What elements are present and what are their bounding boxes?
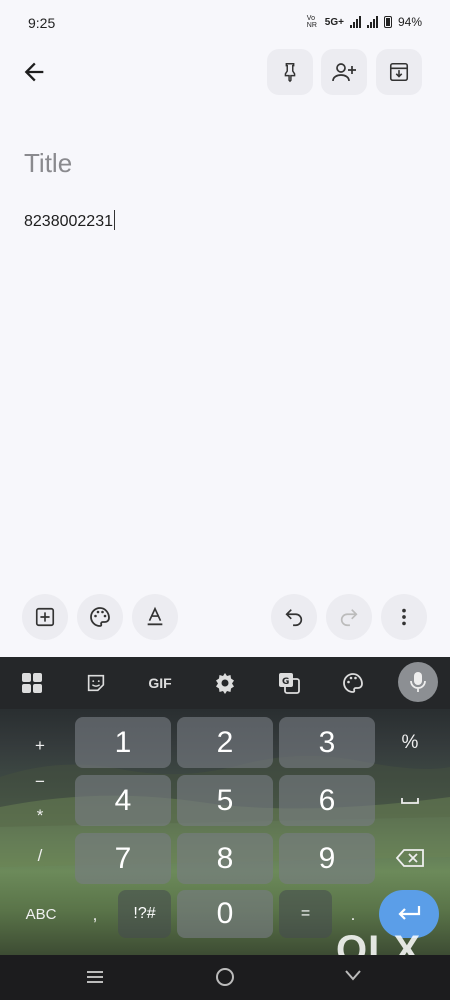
redo-button[interactable] — [326, 594, 372, 640]
svg-text:G: G — [282, 677, 289, 687]
pin-icon — [284, 63, 296, 83]
network-tag: Vo NR — [306, 15, 317, 29]
key-period[interactable]: . — [340, 902, 366, 928]
note-body-text: 8238002231 — [24, 213, 113, 230]
back-chevron-icon[interactable] — [342, 966, 364, 986]
key-1[interactable]: 1 — [75, 717, 171, 768]
backspace-key[interactable] — [388, 845, 432, 871]
key-symbols[interactable]: !?# — [118, 890, 171, 938]
backspace-icon — [395, 849, 424, 867]
undo-icon — [285, 609, 303, 627]
key-0[interactable]: 0 — [177, 890, 273, 938]
settings-icon[interactable] — [212, 668, 238, 698]
home-icon[interactable] — [214, 966, 236, 988]
sticker-icon[interactable] — [84, 668, 108, 698]
add-collaborator-button[interactable] — [321, 49, 367, 95]
more-options-button[interactable] — [381, 594, 427, 640]
key-asterisk[interactable]: * — [20, 806, 60, 826]
archive-icon — [389, 62, 409, 82]
signal-icon — [349, 16, 361, 28]
back-arrow-icon[interactable] — [20, 58, 48, 86]
mic-icon[interactable] — [398, 662, 438, 702]
add-content-button[interactable] — [22, 594, 68, 640]
key-4[interactable]: 4 — [75, 775, 171, 826]
navigation-bar — [0, 955, 450, 1000]
network-type: 5G+ — [324, 16, 344, 28]
battery-icon — [383, 16, 392, 28]
text-cursor — [113, 210, 115, 230]
status-bar: 9:25 Vo NR 5G+ 94% — [0, 0, 450, 46]
pin-button[interactable] — [267, 49, 313, 95]
archive-button[interactable] — [376, 49, 422, 95]
key-9[interactable]: 9 — [279, 833, 375, 884]
key-percent[interactable]: % — [388, 730, 432, 756]
key-equals[interactable]: = — [279, 890, 332, 938]
status-icons: Vo NR 5G+ 94% — [307, 15, 422, 29]
space-bar-icon — [401, 798, 419, 804]
translate-icon[interactable]: G — [276, 668, 302, 698]
apps-grid-icon[interactable] — [20, 668, 44, 698]
undo-button[interactable] — [271, 594, 317, 640]
signal-icon-2 — [366, 16, 378, 28]
add-box-icon — [35, 607, 55, 627]
recents-icon[interactable] — [84, 967, 106, 987]
key-8[interactable]: 8 — [177, 833, 273, 884]
redo-icon — [340, 609, 358, 627]
key-plus[interactable]: + — [20, 734, 60, 758]
text-format-button[interactable] — [132, 594, 178, 640]
more-vert-icon — [402, 608, 406, 626]
enter-icon — [398, 906, 421, 920]
battery-percent: 94% — [397, 15, 422, 29]
background-color-button[interactable] — [77, 594, 123, 640]
palette-icon — [90, 607, 110, 627]
theme-palette-icon[interactable] — [340, 668, 366, 698]
status-time: 9:25 — [28, 15, 56, 31]
note-title-input[interactable]: Title — [24, 148, 72, 179]
key-7[interactable]: 7 — [75, 833, 171, 884]
key-slash[interactable]: / — [20, 844, 60, 868]
note-body-input[interactable]: 8238002231 — [24, 210, 115, 231]
key-minus[interactable]: − — [20, 772, 60, 792]
key-comma[interactable]: , — [80, 902, 110, 928]
key-3[interactable]: 3 — [279, 717, 375, 768]
gif-icon[interactable]: GIF — [143, 668, 177, 698]
key-6[interactable]: 6 — [279, 775, 375, 826]
key-5[interactable]: 5 — [177, 775, 273, 826]
space-key[interactable] — [388, 788, 432, 814]
add-collaborator-icon — [332, 63, 356, 82]
key-abc[interactable]: ABC — [14, 900, 68, 928]
key-2[interactable]: 2 — [177, 717, 273, 768]
text-format-icon — [147, 606, 163, 626]
